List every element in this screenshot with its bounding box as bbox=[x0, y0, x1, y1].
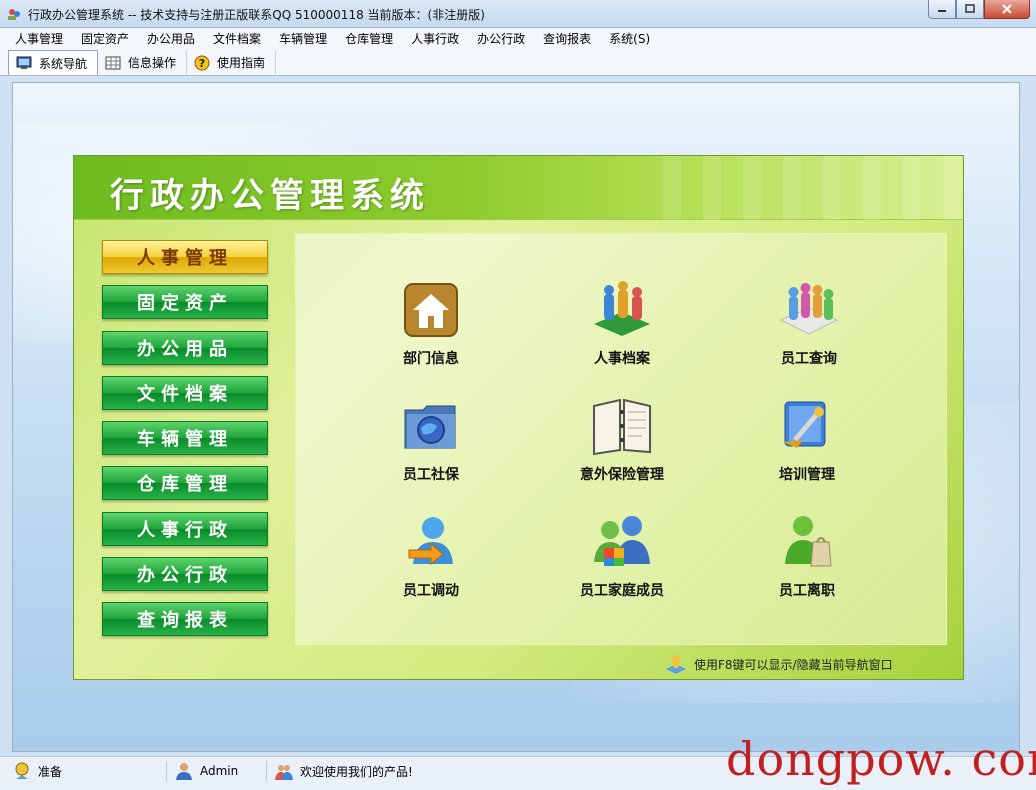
status-divider bbox=[266, 761, 267, 781]
help-icon: ? bbox=[193, 55, 211, 71]
watermark: dongpow. com bbox=[726, 732, 1036, 786]
f8-hint: 使用F8键可以显示/隐藏当前导航窗口 bbox=[664, 653, 893, 675]
close-icon bbox=[1002, 4, 1012, 14]
tab-user-guide[interactable]: ? 使用指南 bbox=[187, 50, 277, 75]
svg-text:?: ? bbox=[199, 57, 205, 70]
menu-item-office-admin[interactable]: 办公行政 bbox=[468, 28, 534, 50]
maximize-icon bbox=[965, 4, 975, 13]
status-user: Admin bbox=[174, 757, 238, 785]
menu-item-assets[interactable]: 固定资产 bbox=[72, 28, 138, 50]
hint-text: 使用F8键可以显示/隐藏当前导航窗口 bbox=[694, 657, 893, 672]
status-user-text: Admin bbox=[200, 764, 239, 778]
nav-button-hr-admin[interactable]: 人事行政 bbox=[102, 511, 268, 546]
tab-system-nav[interactable]: 系统导航 bbox=[8, 50, 99, 75]
navigation-panel: 行政办公管理系统 人事管理 固定资产 办公用品 文件档案 车辆管理 仓库管理 人… bbox=[73, 155, 964, 680]
app-icon bbox=[8, 9, 20, 20]
tile-label: 培训管理 bbox=[779, 467, 835, 483]
panel-title: 行政办公管理系统 bbox=[110, 176, 430, 216]
tile-label: 员工离职 bbox=[779, 583, 835, 599]
tile-social-security[interactable]: 员工社保 bbox=[356, 394, 506, 504]
title-bar: 行政办公管理系统 -- 技术支持与注册正版联系QQ 510000118 当前版本… bbox=[0, 0, 1036, 28]
status-ready: 准备 bbox=[12, 757, 62, 785]
view-tabs: 系统导航 信息操作 ? 使用指南 bbox=[0, 50, 1036, 76]
tile-label: 部门信息 bbox=[403, 351, 459, 367]
module-nav: 人事管理 固定资产 办公用品 文件档案 车辆管理 仓库管理 人事行政 办公行政 … bbox=[102, 240, 268, 648]
book-tools-icon bbox=[775, 394, 839, 458]
minimize-button[interactable] bbox=[928, 0, 956, 19]
people-book-icon bbox=[590, 278, 654, 342]
status-welcome: 欢迎使用我们的产品! bbox=[274, 757, 413, 785]
menu-item-system[interactable]: 系统(S) bbox=[600, 28, 659, 50]
tile-label: 员工查询 bbox=[781, 351, 837, 367]
menu-item-vehicles[interactable]: 车辆管理 bbox=[270, 28, 336, 50]
nav-button-warehouse[interactable]: 仓库管理 bbox=[102, 466, 268, 501]
minimize-icon bbox=[938, 10, 946, 12]
nav-button-files[interactable]: 文件档案 bbox=[102, 375, 268, 410]
tile-staff-transfer[interactable]: 员工调动 bbox=[356, 510, 506, 620]
nav-button-hr[interactable]: 人事管理 bbox=[102, 240, 268, 274]
nav-button-supplies[interactable]: 办公用品 bbox=[102, 330, 268, 365]
nav-button-office-admin[interactable]: 办公行政 bbox=[102, 557, 268, 592]
tab-label: 系统导航 bbox=[39, 56, 88, 71]
tile-personnel-file[interactable]: 人事档案 bbox=[547, 278, 697, 388]
tile-staff-resignation[interactable]: 员工离职 bbox=[732, 510, 882, 620]
user-leave-icon bbox=[775, 510, 839, 574]
ready-icon bbox=[15, 762, 29, 779]
menu-item-hr[interactable]: 人事管理 bbox=[6, 28, 72, 50]
monitor-icon bbox=[15, 55, 33, 71]
nav-button-reports[interactable]: 查询报表 bbox=[102, 602, 268, 637]
tab-label: 使用指南 bbox=[217, 56, 266, 70]
tile-label: 意外保险管理 bbox=[580, 467, 664, 483]
tile-accident-insurance[interactable]: 意外保险管理 bbox=[547, 394, 697, 504]
nav-button-vehicles[interactable]: 车辆管理 bbox=[102, 421, 268, 456]
window-controls bbox=[928, 0, 1030, 20]
menu-item-files[interactable]: 文件档案 bbox=[204, 28, 270, 50]
user-group-icon bbox=[590, 510, 654, 574]
window-title: 行政办公管理系统 -- 技术支持与注册正版联系QQ 510000118 当前版本… bbox=[28, 8, 485, 22]
tile-label: 员工家庭成员 bbox=[580, 583, 664, 599]
tile-department-info[interactable]: 部门信息 bbox=[356, 278, 506, 388]
table-icon bbox=[104, 55, 122, 71]
house-icon bbox=[399, 278, 463, 342]
tile-label: 员工调动 bbox=[403, 583, 459, 599]
menu-item-hr-admin[interactable]: 人事行政 bbox=[402, 28, 468, 50]
tile-staff-query[interactable]: 员工查询 bbox=[734, 278, 884, 388]
maximize-button[interactable] bbox=[956, 0, 984, 19]
status-ready-text: 准备 bbox=[38, 764, 63, 779]
user-hint-icon bbox=[666, 655, 686, 674]
tab-label: 信息操作 bbox=[128, 56, 177, 70]
user-transfer-icon bbox=[399, 510, 463, 574]
tile-training[interactable]: 培训管理 bbox=[732, 394, 882, 504]
menu-item-warehouse[interactable]: 仓库管理 bbox=[336, 28, 402, 50]
function-grid: 部门信息 人事档案 员工查询 员工社保 意外保险管理 培训管理 员工调动 员工家… bbox=[295, 233, 947, 645]
menu-item-reports[interactable]: 查询报表 bbox=[534, 28, 600, 50]
tile-label: 人事档案 bbox=[594, 351, 650, 367]
status-divider bbox=[166, 761, 167, 781]
nav-button-assets[interactable]: 固定资产 bbox=[102, 285, 268, 320]
tab-info-ops[interactable]: 信息操作 bbox=[98, 50, 188, 75]
open-binder-icon bbox=[590, 394, 654, 458]
status-welcome-text: 欢迎使用我们的产品! bbox=[300, 764, 413, 779]
tile-label: 员工社保 bbox=[403, 467, 459, 483]
user-icon bbox=[176, 763, 192, 780]
globe-folder-icon bbox=[399, 394, 463, 458]
people-chart-icon bbox=[777, 278, 841, 342]
panel-header: 行政办公管理系统 bbox=[74, 156, 963, 220]
tile-family-members[interactable]: 员工家庭成员 bbox=[547, 510, 697, 620]
close-button[interactable] bbox=[984, 0, 1030, 19]
menu-item-supplies[interactable]: 办公用品 bbox=[138, 28, 204, 50]
users-icon bbox=[275, 765, 293, 780]
menu-bar: 人事管理 固定资产 办公用品 文件档案 车辆管理 仓库管理 人事行政 办公行政 … bbox=[0, 28, 1036, 50]
